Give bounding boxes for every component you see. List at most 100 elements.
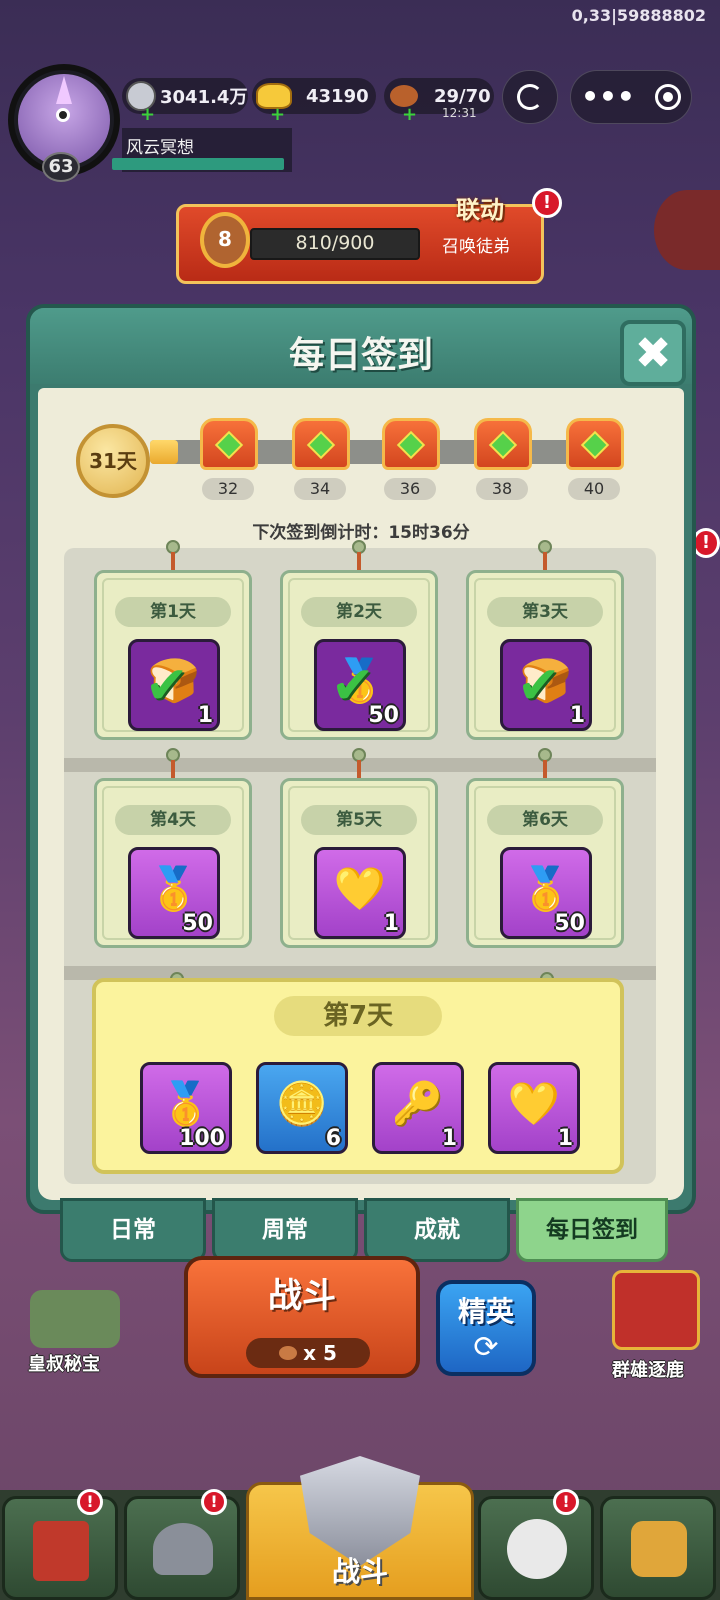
day-card[interactable]: 第5天 💛 1	[280, 778, 438, 948]
tab-daily-checkin[interactable]: 每日签到	[516, 1198, 668, 1262]
drumstick-icon	[279, 1346, 298, 1360]
reward-count: 50	[554, 911, 585, 936]
alert-icon: !	[201, 1489, 227, 1515]
day-label: 第5天	[301, 805, 417, 835]
gold-ingot-icon: 🥇	[159, 1079, 213, 1128]
fist-upgrade-icon	[631, 1521, 687, 1577]
unicorn-horn-icon	[56, 76, 72, 104]
day7-reward-item[interactable]: 🔑 1	[372, 1062, 464, 1154]
fight-cost-text: x 5	[303, 1341, 337, 1365]
event-tag: 联动	[456, 196, 504, 224]
nav-heroes[interactable]: !	[478, 1489, 594, 1600]
reward-item[interactable]: 🥇 50	[500, 847, 592, 939]
day-label: 第4天	[115, 805, 231, 835]
day-card[interactable]: 第1天 🍞 ✔ 1	[94, 570, 252, 740]
day-card[interactable]: 第2天 🥇 ✔ 50	[280, 570, 438, 740]
silver-add-icon[interactable]: +	[140, 104, 155, 125]
event-action: 召唤徒弟	[442, 237, 510, 257]
gold-ingot-icon: 🥇	[519, 864, 573, 913]
event-alert-icon: !	[532, 188, 562, 218]
heroes-scroll-icon[interactable]	[612, 1270, 700, 1350]
reward-chest-icon[interactable]	[382, 418, 440, 470]
nav-city[interactable]: !	[2, 1489, 118, 1600]
day7-reward-item[interactable]: 🪙 6	[256, 1062, 348, 1154]
silver-coin-icon: 🪙	[275, 1079, 329, 1128]
reward-item[interactable]: 🍞 ✔ 1	[128, 639, 220, 731]
alert-icon: !	[77, 1489, 103, 1515]
uncle-treasure-label: 皇叔秘宝	[28, 1354, 100, 1375]
reward-count: 50	[182, 911, 213, 936]
side-character[interactable]	[654, 190, 720, 270]
fight-cost: x 5	[246, 1338, 370, 1368]
chest-day-label: 34	[294, 478, 346, 500]
fight-label: 战斗	[268, 1276, 336, 1316]
medal-icon: 8	[200, 212, 250, 268]
helmet-icon	[153, 1523, 213, 1575]
avatar-eye	[56, 108, 70, 122]
side-alert-icon: !	[692, 528, 720, 558]
reward-chest-icon[interactable]	[292, 418, 350, 470]
gold-ingot-icon: 🥇	[147, 864, 201, 913]
stamina-resource[interactable]: 29/70	[384, 78, 494, 114]
nav-equipment[interactable]: !	[124, 1489, 240, 1600]
chest-gem	[580, 430, 610, 460]
player-exp-bar	[112, 158, 284, 170]
reward-count: 1	[197, 703, 213, 728]
day-label: 第3天	[487, 597, 603, 627]
streak-days-badge: 31天	[76, 424, 150, 498]
close-button[interactable]: ✖	[620, 320, 686, 386]
day-card[interactable]: 第3天 🍞 ✔ 1	[466, 570, 624, 740]
reward-count: 6	[325, 1126, 341, 1151]
day-label: 第2天	[301, 597, 417, 627]
uncle-treasure-icon[interactable]	[30, 1290, 120, 1348]
tab-achievements[interactable]: 成就	[364, 1198, 510, 1262]
day-label: 第1天	[115, 597, 231, 627]
debug-info: 0,33|59888802	[571, 6, 706, 25]
gate-icon	[33, 1521, 89, 1581]
day7-reward-item[interactable]: 🥇 100	[140, 1062, 232, 1154]
reward-count: 1	[557, 1126, 573, 1151]
chest-gem	[396, 430, 426, 460]
reward-chest-icon[interactable]	[200, 418, 258, 470]
tab-daily[interactable]: 日常	[60, 1198, 206, 1262]
gold-amount: 43190	[306, 85, 369, 107]
reward-item[interactable]: 🍞 ✔ 1	[500, 639, 592, 731]
day-label: 第6天	[487, 805, 603, 835]
chest-gem	[488, 430, 518, 460]
close-icon: ✖	[634, 327, 672, 379]
hero-stars-icon	[507, 1519, 567, 1579]
gold-add-icon[interactable]: +	[270, 104, 285, 125]
silver-amount: 3041.4万	[160, 87, 248, 108]
player-name: 风云冥想	[126, 138, 194, 158]
more-icon[interactable]: •••	[581, 83, 635, 111]
streak-progress-fill	[150, 440, 178, 464]
day7-reward-item[interactable]: 💛 1	[488, 1062, 580, 1154]
chest-day-label: 38	[476, 478, 528, 500]
close-miniprogram-icon[interactable]	[654, 84, 681, 110]
refresh-icon: ⟳	[473, 1330, 499, 1365]
event-progress-text: 810/900	[295, 232, 375, 254]
chest-gem	[306, 430, 336, 460]
day-card[interactable]: 第6天 🥇 50	[466, 778, 624, 948]
day-card[interactable]: 第4天 🥇 50	[94, 778, 252, 948]
reward-chest-icon[interactable]	[566, 418, 624, 470]
claimed-check-icon: ✔	[145, 656, 189, 716]
stamina-amount: 29/70	[434, 85, 491, 107]
reward-item[interactable]: 🥇 ✔ 50	[314, 639, 406, 731]
reward-item[interactable]: 💛 1	[314, 847, 406, 939]
game-center-button[interactable]	[502, 70, 558, 124]
reward-item[interactable]: 🥇 50	[128, 847, 220, 939]
tab-weekly[interactable]: 周常	[212, 1198, 358, 1262]
chest-gem	[214, 430, 244, 460]
claimed-check-icon: ✔	[517, 656, 561, 716]
stamina-timer: 12:31	[442, 106, 477, 120]
stamina-add-icon[interactable]: +	[402, 104, 417, 125]
reward-count: 1	[441, 1126, 457, 1151]
reward-count: 1	[383, 911, 399, 936]
reward-chest-icon[interactable]	[474, 418, 532, 470]
elite-label: 精英	[457, 1295, 514, 1328]
nav-upgrade[interactable]	[600, 1496, 716, 1600]
pacman-icon	[517, 84, 543, 110]
chest-day-label: 32	[202, 478, 254, 500]
mini-program-menu[interactable]: •••	[570, 70, 692, 124]
